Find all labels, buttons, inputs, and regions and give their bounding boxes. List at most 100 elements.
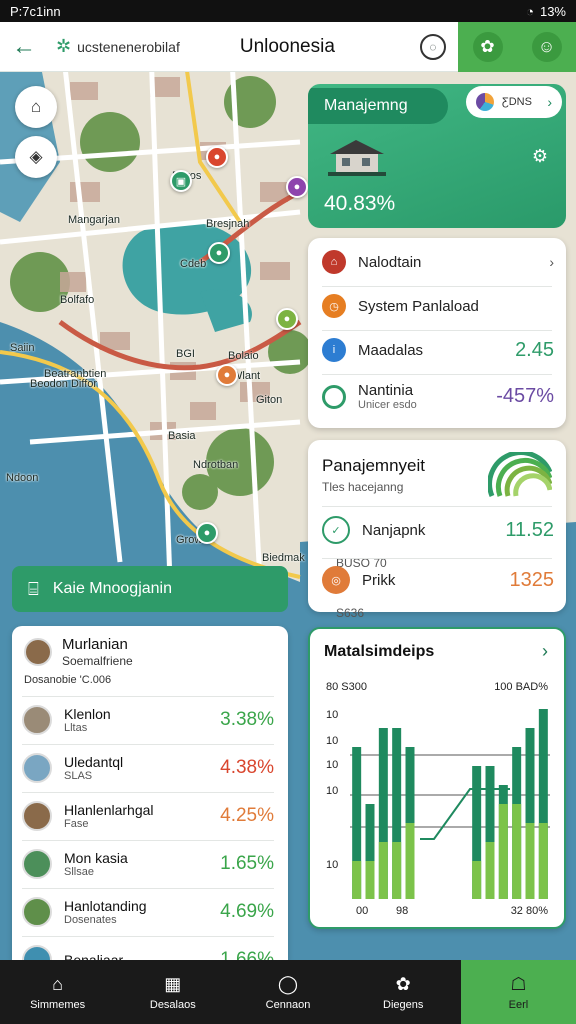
stat-row[interactable]: ✓ Nanjapnk BUSO 70 11.52 — [322, 516, 554, 570]
nav-item-profile[interactable]: ☖ Eerl — [460, 960, 576, 1024]
chevron-right-icon: › — [547, 94, 552, 110]
smile-icon[interactable]: ☺ — [531, 32, 562, 62]
list-item[interactable]: ◷ System Panlaload — [322, 294, 554, 318]
chart-bar — [525, 823, 535, 899]
location-pin-icon[interactable]: ● — [286, 176, 308, 198]
stat-value: 11.52 — [505, 518, 554, 541]
back-arrow-icon[interactable]: ← — [12, 33, 42, 61]
y-tick-label: 10 — [326, 735, 339, 747]
list-item[interactable]: Uledantql SLAS 4.38% — [22, 744, 274, 790]
summary-mini-label: ƸDNS — [502, 96, 532, 108]
nav-item-chat[interactable]: ◯ Cennaon — [230, 960, 345, 1024]
compass-icon: ◈ — [29, 147, 43, 166]
list-item-sub: SLAS — [64, 769, 93, 782]
chat-icon: ◯ — [277, 973, 299, 994]
location-pin-icon[interactable]: ● — [196, 522, 218, 544]
landmark-thumbnail — [22, 944, 52, 960]
list-item-sub: Sllsae — [64, 865, 94, 878]
location-pin-icon[interactable]: ● — [276, 308, 298, 330]
map-label: Beodon Diffor — [30, 378, 98, 390]
building-illustration-icon — [328, 140, 386, 176]
map-label: Giton — [256, 394, 283, 406]
list-item-title: Klenlon — [64, 705, 111, 722]
list-item-value: -457% — [496, 385, 554, 407]
summary-mini-button[interactable]: ƸDNS › — [466, 86, 562, 118]
calendar-icon: ▦ — [164, 973, 182, 994]
stat-card-subtitle: Tles hacejanng — [322, 480, 404, 494]
chart-bar — [485, 842, 495, 899]
list-item-title: Mon kasia — [64, 849, 128, 866]
landmark-thumbnail — [22, 752, 52, 783]
list-item-label: System Panlaload — [358, 297, 479, 315]
landmark-thumbnail — [22, 704, 52, 735]
list-item-label: Nalodtain — [358, 253, 422, 271]
summary-value: 40.83% — [324, 192, 396, 215]
list-item-value: 2.45 — [515, 338, 554, 361]
metrics-list-card: ⌂ Nalodtain › ◷ System Panlaload i Maada… — [308, 238, 566, 428]
bottom-navigation: ⌂ Simmemes ▦ Desalaos ◯ Cennaon ✿ Diegen… — [0, 960, 576, 1024]
stat-row[interactable]: ◎ Prikk S636 1325 — [322, 566, 554, 620]
divider — [322, 374, 552, 375]
nav-item-calendar[interactable]: ▦ Desalaos — [115, 960, 230, 1024]
list-item-value: 1.66% — [220, 948, 274, 961]
nav-item-flower[interactable]: ✿ Diegens — [346, 960, 461, 1024]
chevron-right-icon[interactable]: › — [542, 641, 548, 662]
left-panel-title: Kaie Mnoogjanin — [52, 580, 173, 597]
gear-icon[interactable]: ⚙ — [532, 146, 548, 167]
chart-bar — [365, 861, 375, 899]
wifi-icon: ◔ — [526, 3, 534, 19]
divider — [322, 506, 552, 507]
location-pin-icon[interactable]: ● — [206, 146, 228, 168]
list-item[interactable]: Hanlotanding Dosenates 4.69% — [22, 888, 274, 934]
stat-sub: S636 — [336, 606, 365, 620]
nav-item-home[interactable]: ⌂ Simmemes — [0, 960, 115, 1024]
page-title: Unloonesia — [239, 35, 335, 57]
list-item[interactable]: Nantinia Unicer esdo -457% — [322, 382, 554, 411]
home-location-button[interactable]: ⌂ — [15, 86, 57, 128]
landmark-avatar — [24, 638, 52, 666]
pie-mini-icon — [476, 93, 494, 111]
map-label: Mangarjan — [68, 214, 120, 226]
chevron-right-icon: › — [549, 254, 554, 270]
map-label: Saiin — [10, 342, 35, 354]
list-item[interactable]: Hlanlenlarhgal Fase 4.25% — [22, 792, 274, 838]
compass-button[interactable]: ◈ — [15, 136, 57, 178]
shop-icon: ⌂ — [322, 250, 346, 274]
y-tick-label: 10 — [326, 859, 339, 871]
stat-label: Prikk — [362, 571, 396, 589]
left-panel-header[interactable]: ⌸ Kaie Mnoogjanin — [12, 566, 288, 612]
map-label: Bolaio — [228, 350, 259, 362]
profile-icon: ☖ — [510, 973, 527, 994]
brand-logo-icon: ✲ — [56, 36, 72, 56]
list-item[interactable]: Klenlon Lltas 3.38% — [22, 696, 274, 742]
list-item-sub: Unicer esdo — [358, 399, 417, 411]
location-pin-icon[interactable]: ▣ — [170, 170, 192, 192]
nav-label: Cennaon — [265, 998, 311, 1011]
list-item[interactable]: Mon kasia Sllsae 1.65% — [22, 840, 274, 886]
settings-flower-icon[interactable]: ✿ — [472, 32, 503, 62]
y-tick-label: 10 — [326, 709, 339, 721]
list-item-title: Hlanlenlarhgal — [64, 801, 154, 818]
arc-gauge-icon — [488, 452, 552, 497]
map-label: Biedmak — [262, 552, 305, 564]
list-item[interactable]: Benaliaar 1.66% — [22, 936, 274, 960]
status-bar: P:7c1inn ◔ 13% — [0, 0, 576, 22]
status-time: P:7c1inn — [10, 3, 61, 19]
chart-bar — [472, 861, 482, 899]
map-label: Cdeb — [180, 258, 207, 270]
list-item[interactable]: ⌂ Nalodtain › — [322, 250, 554, 274]
bar-chart-card: Matalsimdeips › 80 S300 100 BAD% 10 10 1… — [308, 627, 566, 929]
x-tick-label: 32 80% — [510, 905, 548, 917]
list-item[interactable]: i Maadalas 2.45 — [322, 338, 554, 362]
top-app-bar: ← ✲ ucstenenerobilaf Unloonesia ◌ — [0, 22, 458, 72]
location-pin-icon[interactable]: ● — [208, 242, 230, 264]
panel-card-subtitle: Soemalfriene — [62, 654, 133, 668]
chart-bar — [512, 804, 522, 899]
map-label: Basia — [168, 430, 196, 442]
chart-bar — [352, 861, 362, 899]
search-icon[interactable]: ◌ — [420, 33, 446, 60]
x-tick-label: 00 — [356, 905, 369, 917]
top-actions: ✿ ☺ — [458, 22, 576, 72]
summary-card[interactable]: Manajemng ƸDNS › ⚙ 40.83% — [308, 84, 566, 228]
location-pin-icon[interactable]: ● — [216, 364, 238, 386]
